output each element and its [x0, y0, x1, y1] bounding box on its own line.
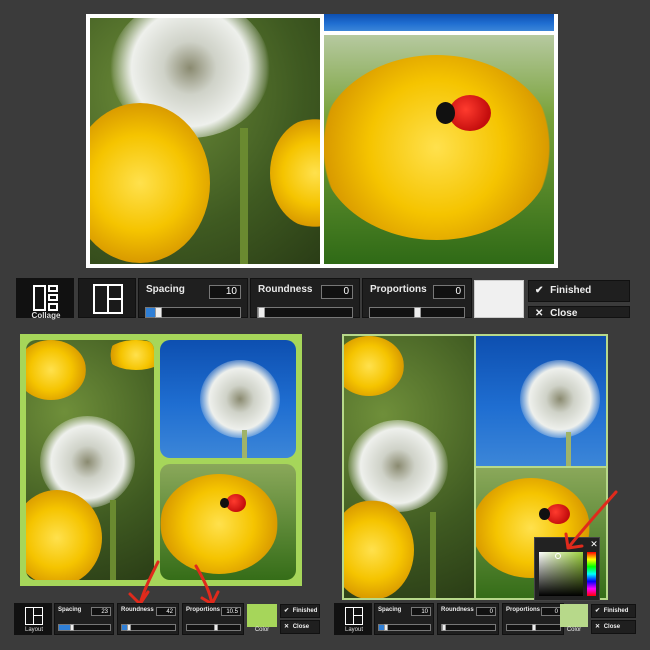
proportions-slider[interactable]: [186, 624, 241, 631]
close-icon: ✕: [284, 624, 290, 630]
roundness-value-input[interactable]: 42: [156, 607, 176, 616]
roundness-control: Roundness 42: [117, 603, 179, 635]
spacing-slider[interactable]: [58, 624, 111, 631]
close-label: Close: [292, 624, 310, 630]
finished-button[interactable]: ✔ Finished: [280, 604, 320, 618]
layout-button[interactable]: Layout: [14, 603, 52, 635]
spacing-control: Spacing 23: [54, 603, 114, 635]
roundness-slider-knob[interactable]: [126, 624, 131, 631]
spacing-value-input[interactable]: 10: [411, 607, 431, 616]
spacing-value-input[interactable]: 23: [91, 607, 111, 616]
proportions-slider-knob[interactable]: [531, 624, 536, 631]
spacing-control: Spacing 10: [374, 603, 434, 635]
proportions-control: Proportions 10.5: [182, 603, 244, 635]
roundness-slider[interactable]: [441, 624, 496, 631]
close-button[interactable]: ✕ Close: [591, 620, 636, 634]
finished-label: Finished: [292, 608, 318, 614]
color-swatch[interactable]: [560, 604, 588, 627]
proportions-value-input[interactable]: 10.5: [221, 607, 241, 616]
roundness-control: Roundness 0: [437, 603, 499, 635]
spacing-slider-knob[interactable]: [383, 624, 388, 631]
close-button[interactable]: ✕ Close: [280, 620, 320, 634]
check-icon: ✔: [595, 608, 601, 614]
finished-button[interactable]: ✔ Finished: [591, 604, 636, 618]
layout-button[interactable]: Layout: [334, 603, 372, 635]
roundness-value-input[interactable]: 0: [476, 607, 496, 616]
proportions-slider-knob[interactable]: [213, 624, 218, 631]
close-icon: ✕: [595, 624, 601, 630]
annotation-arrow-proportions: [194, 564, 220, 606]
roundness-label: Roundness: [441, 607, 474, 613]
spacing-slider[interactable]: [378, 624, 431, 631]
roundness-slider[interactable]: [121, 624, 176, 631]
check-icon: ✔: [284, 608, 290, 614]
proportions-slider[interactable]: [506, 624, 561, 631]
grid-layout-icon: [25, 607, 43, 625]
color-label: Color: [254, 627, 270, 633]
close-label: Close: [603, 624, 621, 630]
color-swatch[interactable]: [247, 604, 277, 627]
proportions-control: Proportions 0: [502, 603, 564, 635]
grid-layout-icon: [345, 607, 363, 625]
spacing-slider-knob[interactable]: [69, 624, 74, 631]
left-toolbar: Layout Spacing 23 Roundness 42 Proportio…: [14, 603, 320, 635]
color-label: Color: [566, 627, 582, 633]
annotation-arrow-color: [564, 490, 618, 550]
spacing-label: Spacing: [378, 607, 402, 613]
right-toolbar: Layout Spacing 10 Roundness 0 Proportion…: [334, 603, 640, 635]
roundness-label: Roundness: [121, 607, 154, 613]
roundness-slider-knob[interactable]: [442, 624, 446, 631]
proportions-label: Proportions: [186, 607, 220, 613]
spacing-label: Spacing: [58, 607, 82, 613]
annotation-arrows: [128, 490, 618, 606]
layout-label: Layout: [344, 627, 363, 633]
layout-label: Layout: [24, 627, 43, 633]
annotation-arrow-roundness: [128, 560, 160, 606]
proportions-value-input[interactable]: 0: [541, 607, 561, 616]
proportions-label: Proportions: [506, 607, 540, 613]
finished-label: Finished: [603, 608, 629, 614]
